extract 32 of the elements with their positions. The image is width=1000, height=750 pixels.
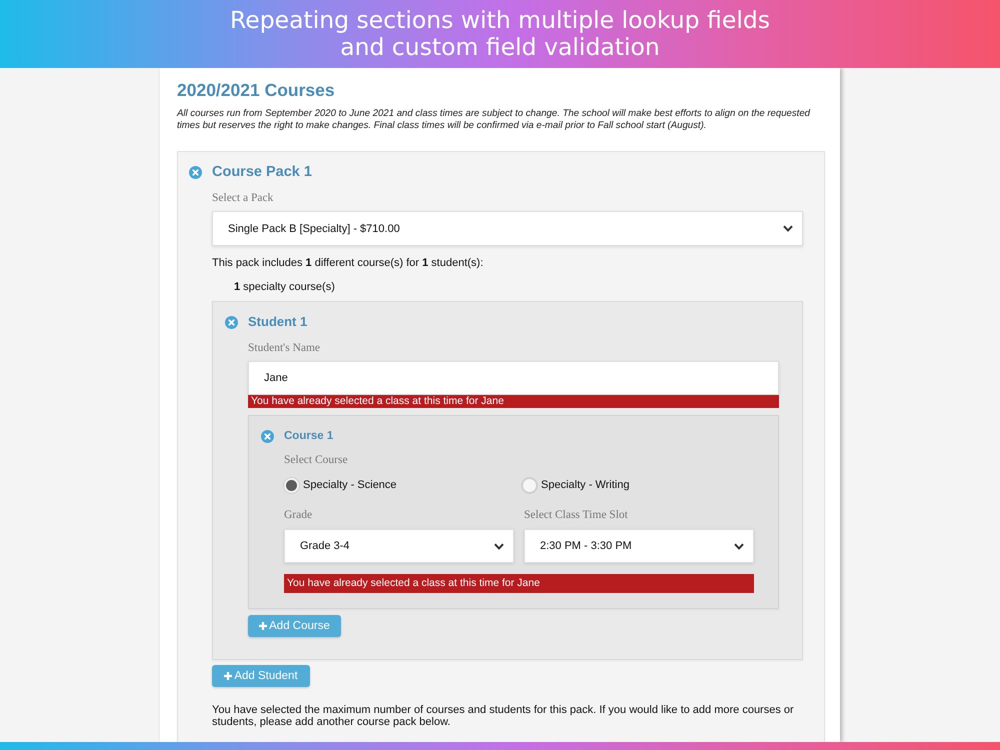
dropdown-select[interactable]: 2:30 PM - 3:30 PM: [524, 529, 754, 563]
field-label: Grade: [284, 508, 312, 522]
close-icon[interactable]: [225, 316, 238, 328]
plus-icon: [224, 672, 232, 680]
pack-select[interactable]: Single Pack B [Specialty] - $710.00: [212, 211, 803, 246]
chevron-down-icon: [734, 542, 744, 550]
notice-text: All courses run from September 2020 to June 2021 and class times are subject to change. The school will make best efforts to align on the requested times but reserves the right to make changes. Final class times will be confirmed via e-mail prior to Fall school start (August).: [177, 108, 812, 132]
field-label: Student's Name: [248, 341, 320, 355]
banner-title: and custom field validation: [340, 34, 660, 61]
field-label: Select Class Time Slot: [524, 508, 628, 522]
radio-button[interactable]: [522, 478, 537, 492]
plus-icon: [259, 622, 268, 630]
student-title: Student 1: [248, 313, 308, 331]
name-input-field[interactable]: Jane: [248, 361, 779, 395]
pack-summary: This pack includes 1 different course(s) for 1 student(s):: [212, 256, 484, 270]
pack-title: Course Pack 1: [212, 163, 312, 182]
error-message: You have already selected a class at this time for Jane: [248, 395, 779, 408]
summary-item: 1 specialty course(s): [234, 280, 335, 294]
field-label: Select Course: [284, 453, 348, 467]
radio-label[interactable]: Specialty - Science: [303, 479, 397, 491]
close-icon[interactable]: [189, 166, 202, 178]
chevron-down-icon: [494, 542, 504, 550]
close-icon[interactable]: [261, 430, 274, 442]
course-title: Course 1: [284, 429, 334, 444]
banner-title: Repeating sections with multiple lookup fields: [230, 7, 770, 34]
field-label: Select a Pack: [212, 191, 274, 205]
chevron-down-icon: [783, 225, 793, 232]
page-heading: 2020/2021 Courses: [177, 80, 335, 100]
limit-note: You have selected the maximum number of courses and students for this pack. If you would like to add more courses or students, please add another course pack below.: [212, 704, 795, 728]
radio-label[interactable]: Specialty - Writing: [541, 479, 630, 491]
dropdown-select[interactable]: Grade 3-4: [284, 529, 514, 563]
error-message: You have already selected a class at this time for Jane: [284, 574, 754, 593]
